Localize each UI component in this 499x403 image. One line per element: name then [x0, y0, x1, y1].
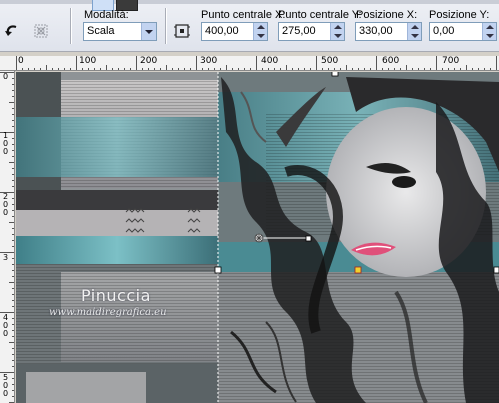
mode-label: Modalità: — [84, 9, 129, 21]
ruler-label: 0 — [3, 72, 9, 81]
position-y-stepper[interactable] — [482, 23, 496, 40]
vertical-ruler[interactable]: 0 100 200 3 400 500 — [0, 71, 15, 403]
horizontal-ruler[interactable]: 0 100 200 300 400 500 600 700 — [0, 56, 499, 71]
ruler-label: 500 — [3, 373, 9, 398]
center-y-label: Punto centrale Y: — [278, 9, 362, 21]
position-y-value: 0,00 — [433, 25, 455, 37]
ruler-label: 500 — [321, 56, 339, 66]
separator — [70, 8, 71, 44]
center-y-value: 275,00 — [282, 25, 316, 37]
ruler-label: 100 — [3, 131, 9, 156]
artwork — [16, 72, 499, 403]
image-canvas[interactable]: Pinuccia www.maidiregrafica.eu — [16, 72, 499, 403]
separator — [165, 8, 166, 44]
center-point-icon[interactable] — [171, 20, 193, 42]
center-y-field[interactable]: 275,00 — [278, 22, 345, 41]
options-toolbar: Modalità: Scala Punto centrale X: 400,00… — [0, 0, 499, 52]
ruler-label: 3 — [3, 253, 9, 262]
rotate-arrow-icon[interactable] — [1, 20, 23, 42]
ruler-label: 400 — [3, 313, 9, 338]
mode-select-value: Scala — [87, 25, 115, 37]
ruler-label: 700 — [442, 56, 460, 66]
center-x-field[interactable]: 400,00 — [201, 22, 268, 41]
center-x-stepper[interactable] — [253, 23, 267, 40]
ruler-label: 300 — [200, 56, 218, 66]
mode-select[interactable]: Scala — [83, 22, 157, 41]
watermark-name: Pinuccia — [81, 286, 151, 305]
position-y-field[interactable]: 0,00 — [429, 22, 497, 41]
mode-button-3[interactable] — [140, 0, 162, 11]
ruler-label: 400 — [261, 56, 279, 66]
ruler-label: 200 — [3, 192, 9, 217]
top-strip — [0, 0, 499, 4]
vertical-ruler-ticks — [0, 72, 14, 403]
ruler-label: 600 — [382, 56, 400, 66]
ruler-label: 200 — [140, 56, 158, 66]
position-x-value: 330,00 — [359, 25, 393, 37]
ruler-label: 0 — [18, 56, 24, 66]
chevron-down-icon[interactable] — [141, 23, 156, 40]
center-y-stepper[interactable] — [330, 23, 344, 40]
position-y-label: Posizione Y: — [429, 9, 490, 21]
position-x-stepper[interactable] — [407, 23, 421, 40]
reset-transform-icon[interactable] — [30, 20, 52, 42]
ruler-label: 100 — [79, 56, 97, 66]
center-x-label: Punto centrale X: — [201, 9, 286, 21]
watermark-url: www.maidiregrafica.eu — [49, 307, 167, 318]
position-x-label: Posizione X: — [356, 9, 418, 21]
horizontal-ruler-ticks — [16, 56, 497, 70]
center-x-value: 400,00 — [205, 25, 239, 37]
position-x-field[interactable]: 330,00 — [355, 22, 422, 41]
